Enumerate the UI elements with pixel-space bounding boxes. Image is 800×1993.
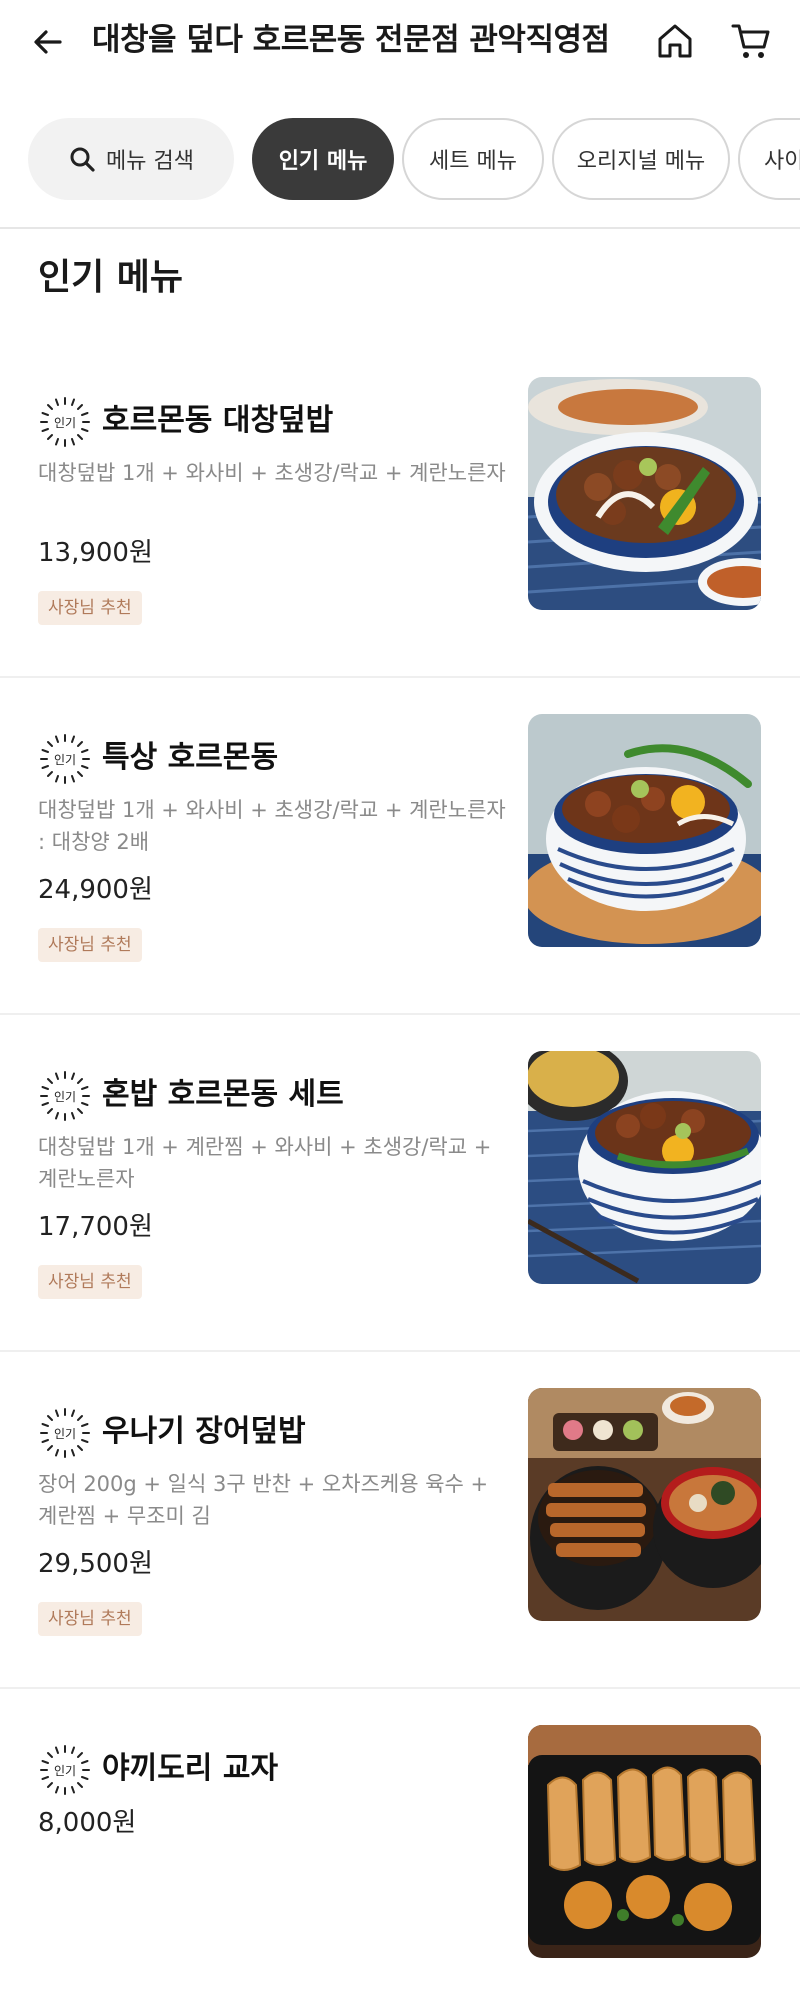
- popular-badge-text: 인기: [54, 1764, 76, 1778]
- popular-badge-icon: 인기: [40, 1745, 90, 1795]
- menu-item-price: 13,900원: [38, 538, 153, 568]
- menu-item-image: [528, 714, 761, 947]
- popular-badge-text: 인기: [54, 416, 76, 430]
- item-divider: [0, 1013, 800, 1015]
- chip-set-menu[interactable]: 세트 메뉴: [402, 118, 544, 200]
- section-title: 인기 메뉴: [38, 257, 184, 298]
- owner-recommend-badge: 사장님 추천: [38, 1602, 142, 1636]
- item-divider: [0, 1687, 800, 1689]
- menu-item[interactable]: 인기 호르몬동 대창덮밥 대창덮밥 1개 + 와사비 + 초생강/락교 + 계란…: [0, 345, 800, 682]
- menu-search-label: 메뉴 검색: [106, 149, 194, 174]
- menu-item-image: [528, 1388, 761, 1621]
- arrow-left-icon: [34, 30, 62, 54]
- menu-item-price: 29,500원: [38, 1549, 153, 1579]
- menu-item-name: 야끼도리 교자: [102, 1751, 279, 1786]
- menu-item-description: 대창덮밥 1개 + 와사비 + 초생강/락교 + 계란노른자: [38, 461, 506, 485]
- store-title: 대창을 덮다 호르몬동 전문점 관악직영점: [92, 22, 610, 58]
- home-icon: [658, 24, 692, 58]
- top-app-bar: 대창을 덮다 호르몬동 전문점 관악직영점: [0, 0, 800, 84]
- cart-button[interactable]: [728, 18, 774, 64]
- menu-item[interactable]: 인기 특상 호르몬동 대창덮밥 1개 + 와사비 + 초생강/락교 + 계란노른…: [0, 682, 800, 1019]
- menu-item-image: [528, 1725, 761, 1958]
- chip-side-menu[interactable]: 사이: [738, 118, 800, 200]
- menu-item-price: 8,000원: [38, 1808, 137, 1838]
- owner-recommend-badge: 사장님 추천: [38, 591, 142, 625]
- back-button[interactable]: [26, 20, 70, 64]
- popular-badge-text: 인기: [54, 1427, 76, 1441]
- popular-badge-text: 인기: [54, 753, 76, 767]
- search-icon: [70, 147, 95, 172]
- popular-badge-icon: 인기: [40, 397, 90, 447]
- menu-item-description: 대창덮밥 1개 + 와사비 + 초생강/락교 + 계란노른자 : 대창양 2배: [38, 798, 506, 854]
- menu-item-image: [528, 1051, 761, 1284]
- menu-item-description: 대창덮밥 1개 + 계란찜 + 와사비 + 초생강/락교 + 계란노른자: [38, 1135, 492, 1191]
- popular-badge-text: 인기: [54, 1090, 76, 1104]
- menu-item[interactable]: 인기 야끼도리 교자 8,000원: [0, 1693, 800, 1993]
- menu-item-name: 특상 호르몬동: [102, 740, 279, 775]
- category-chip-bar: 메뉴 검색 인기 메뉴 세트 메뉴 오리지널 메뉴 사이: [0, 118, 800, 200]
- popular-badge-icon: 인기: [40, 1071, 90, 1121]
- item-divider: [0, 1350, 800, 1352]
- home-button[interactable]: [652, 18, 698, 64]
- item-divider: [0, 676, 800, 678]
- owner-recommend-badge: 사장님 추천: [38, 928, 142, 962]
- chip-original-menu[interactable]: 오리지널 메뉴: [552, 118, 730, 200]
- owner-recommend-badge: 사장님 추천: [38, 1265, 142, 1299]
- menu-item-image: [528, 377, 761, 610]
- menu-item-name: 호르몬동 대창덮밥: [102, 403, 334, 438]
- chip-popular-menu[interactable]: 인기 메뉴: [252, 118, 394, 200]
- cart-icon: [731, 24, 770, 58]
- menu-item[interactable]: 인기 우나기 장어덮밥 장어 200g + 일식 3구 반찬 + 오차즈케용 육…: [0, 1356, 800, 1693]
- menu-item[interactable]: 인기 혼밥 호르몬동 세트 대창덮밥 1개 + 계란찜 + 와사비 + 초생강/…: [0, 1019, 800, 1356]
- menu-search-chip[interactable]: 메뉴 검색: [28, 118, 234, 200]
- chip-bar-divider: [0, 227, 800, 229]
- popular-badge-icon: 인기: [40, 734, 90, 784]
- menu-item-name: 혼밥 호르몬동 세트: [102, 1077, 344, 1112]
- menu-item-name: 우나기 장어덮밥: [102, 1414, 306, 1449]
- menu-item-price: 24,900원: [38, 875, 153, 905]
- menu-item-price: 17,700원: [38, 1212, 153, 1242]
- menu-item-description: 장어 200g + 일식 3구 반찬 + 오차즈케용 육수 + 계란찜 + 무조…: [38, 1472, 489, 1528]
- popular-badge-icon: 인기: [40, 1408, 90, 1458]
